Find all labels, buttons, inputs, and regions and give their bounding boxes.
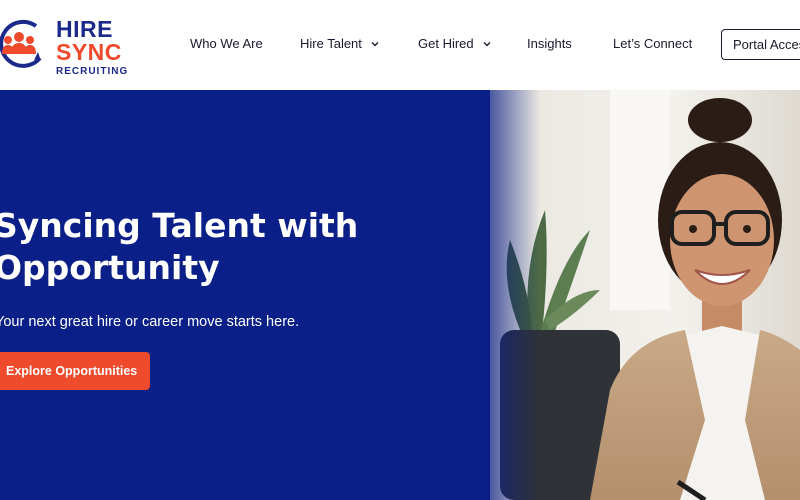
hero-photo-fade: [470, 90, 540, 500]
people-sync-logo-icon: [0, 19, 42, 68]
hero-title: Syncing Talent with Opportunity: [0, 206, 359, 287]
logo-wordmark: HIRE SYNC RECRUITING: [56, 18, 128, 77]
nav-hire-talent-label: Hire Talent: [300, 36, 362, 51]
nav-lets-connect[interactable]: Let’s Connect: [613, 36, 692, 51]
nav-insights[interactable]: Insights: [527, 36, 572, 51]
chevron-down-icon: [483, 41, 491, 46]
nav-who-we-are[interactable]: Who We Are: [190, 36, 263, 51]
nav-hire-talent[interactable]: Hire Talent: [300, 36, 380, 51]
logo-word-sync: SYNC: [56, 39, 122, 65]
nav-who-we-are-label: Who We Are: [190, 36, 263, 51]
hiresync-logo[interactable]: HIRE SYNC RECRUITING: [0, 8, 140, 82]
hero-subtitle: Your next great hire or career move star…: [0, 314, 300, 330]
logo-word-recruiting: RECRUITING: [56, 66, 129, 77]
portal-access-button[interactable]: Portal Access: [721, 29, 800, 60]
chevron-down-icon: [371, 41, 379, 46]
explore-opportunities-button[interactable]: Explore Opportunities: [0, 352, 150, 390]
nav-get-hired-label: Get Hired: [418, 36, 474, 51]
site-header: HIRE SYNC RECRUITING Who We Are Hire Tal…: [0, 0, 800, 90]
nav-get-hired[interactable]: Get Hired: [418, 36, 492, 51]
logo-word-hire: HIRE: [56, 16, 113, 42]
hero-section: Syncing Talent with Opportunity Your nex…: [0, 90, 800, 500]
nav-lets-connect-label: Let’s Connect: [613, 36, 693, 51]
nav-insights-label: Insights: [527, 36, 572, 51]
